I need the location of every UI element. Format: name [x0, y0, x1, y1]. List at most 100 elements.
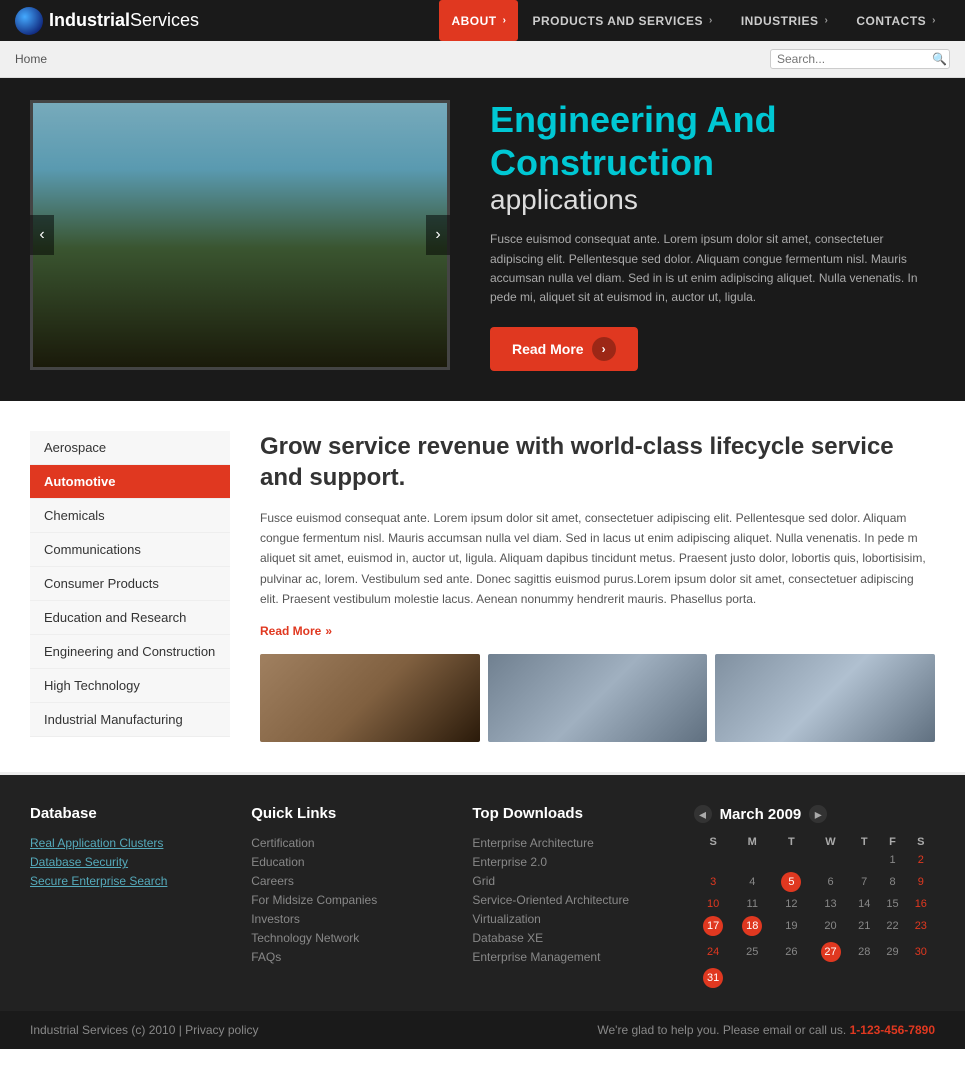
sidebar-item-aerospace[interactable]: Aerospace [30, 431, 230, 465]
cal-day[interactable]: 5 [772, 869, 811, 895]
search-input[interactable] [777, 52, 932, 66]
footer-quicklink-investors[interactable]: Investors [251, 912, 452, 926]
footer-quicklink-education[interactable]: Education [251, 855, 452, 869]
content-read-more-link[interactable]: Read More » [260, 624, 332, 638]
cal-day[interactable]: 6 [811, 869, 850, 895]
cal-day[interactable] [907, 965, 935, 991]
sidebar-item-chemicals[interactable]: Chemicals [30, 499, 230, 533]
nav-about[interactable]: ABOUT › [439, 0, 518, 41]
cal-highlight-27[interactable]: 27 [821, 942, 841, 962]
sidebar-item-automotive[interactable]: Automotive [30, 465, 230, 499]
cal-day[interactable] [850, 965, 878, 991]
slider-next-button[interactable]: › [426, 215, 450, 255]
cal-day[interactable] [811, 965, 850, 991]
footer-quicklink-careers[interactable]: Careers [251, 874, 452, 888]
sidebar-item-industrial[interactable]: Industrial Manufacturing [30, 703, 230, 737]
cal-highlight-18[interactable]: 18 [742, 916, 762, 936]
cal-day[interactable]: 8 [878, 869, 906, 895]
cal-day[interactable]: 20 [811, 913, 850, 939]
logo-light: Services [130, 10, 199, 30]
cal-day[interactable]: 15 [878, 895, 906, 913]
nav-products[interactable]: PRODUCTS AND SERVICES › [518, 0, 726, 41]
sidebar-item-communications[interactable]: Communications [30, 533, 230, 567]
cal-day[interactable]: 19 [772, 913, 811, 939]
cal-highlight-31[interactable]: 31 [703, 968, 723, 988]
footer-quicklink-midsize[interactable]: For Midsize Companies [251, 893, 452, 907]
hero-description: Fusce euismod consequat ante. Lorem ipsu… [490, 230, 935, 307]
cal-day[interactable]: 28 [850, 939, 878, 965]
footer-dl-enterprise2[interactable]: Enterprise 2.0 [472, 855, 673, 869]
nav-industries[interactable]: INDUSTRIES › [727, 0, 843, 41]
cal-day[interactable] [733, 965, 772, 991]
footer-dl-virtualization[interactable]: Virtualization [472, 912, 673, 926]
cal-day[interactable]: 27 [811, 939, 850, 965]
breadcrumb-home[interactable]: Home [15, 52, 47, 66]
hero-read-more-button[interactable]: Read More › [490, 327, 638, 371]
cal-day[interactable]: 17 [694, 913, 733, 939]
hero-slider: ‹ › [30, 100, 450, 370]
calendar-prev-button[interactable]: ◂ [694, 805, 712, 823]
cal-day[interactable]: 11 [733, 895, 772, 913]
cal-day[interactable] [811, 851, 850, 869]
footer-link-real-application[interactable]: Real Application Clusters [30, 836, 231, 850]
content-image-3 [715, 654, 935, 742]
footer-quicklink-faqs[interactable]: FAQs [251, 950, 452, 964]
footer-dl-soa[interactable]: Service-Oriented Architecture [472, 893, 673, 907]
cal-day[interactable] [878, 965, 906, 991]
footer-quicklink-technetwork[interactable]: Technology Network [251, 931, 452, 945]
logo[interactable]: IndustrialServices [15, 7, 199, 35]
cal-highlight-17[interactable]: 17 [703, 916, 723, 936]
cal-day[interactable] [850, 851, 878, 869]
cal-day[interactable]: 22 [878, 913, 906, 939]
cal-day[interactable]: 26 [772, 939, 811, 965]
cal-day[interactable]: 1 [878, 851, 906, 869]
cal-day[interactable]: 4 [733, 869, 772, 895]
footer-link-database-security[interactable]: Database Security [30, 855, 231, 869]
cal-day[interactable] [772, 965, 811, 991]
cal-day[interactable]: 14 [850, 895, 878, 913]
cal-th-t2: T [850, 833, 878, 851]
search-box[interactable]: 🔍 [770, 49, 950, 69]
footer-bottom: Industrial Services (c) 2010 | Privacy p… [0, 1011, 965, 1049]
sidebar-item-education[interactable]: Education and Research [30, 601, 230, 635]
cal-day[interactable]: 2 [907, 851, 935, 869]
slider-prev-button[interactable]: ‹ [30, 215, 54, 255]
cal-day[interactable]: 29 [878, 939, 906, 965]
footer-dl-enterprise-mgmt[interactable]: Enterprise Management [472, 950, 673, 964]
footer-dl-databasexe[interactable]: Database XE [472, 931, 673, 945]
cal-th-m: M [733, 833, 772, 851]
cal-day[interactable] [772, 851, 811, 869]
cal-day[interactable]: 12 [772, 895, 811, 913]
calendar-grid: S M T W T F S 1 2 3 [694, 833, 935, 991]
cal-week-6: 31 [694, 965, 935, 991]
calendar-next-button[interactable]: ▸ [809, 805, 827, 823]
cal-day[interactable]: 25 [733, 939, 772, 965]
sidebar-item-consumer-products[interactable]: Consumer Products [30, 567, 230, 601]
cal-day[interactable]: 24 [694, 939, 733, 965]
nav-contacts[interactable]: CONTACTS › [842, 0, 950, 41]
sidebar-item-engineering[interactable]: Engineering and Construction [30, 635, 230, 669]
footer-dl-grid[interactable]: Grid [472, 874, 673, 888]
cal-day[interactable]: 31 [694, 965, 733, 991]
footer-dl-enterprise-arch[interactable]: Enterprise Architecture [472, 836, 673, 850]
footer-link-enterprise-search[interactable]: Secure Enterprise Search [30, 874, 231, 888]
cal-day[interactable]: 18 [733, 913, 772, 939]
search-icon[interactable]: 🔍 [932, 52, 947, 66]
cal-today[interactable]: 5 [781, 872, 801, 892]
cal-day[interactable]: 3 [694, 869, 733, 895]
cal-day[interactable] [733, 851, 772, 869]
sidebar-item-high-tech[interactable]: High Technology [30, 669, 230, 703]
cal-day[interactable]: 13 [811, 895, 850, 913]
cal-day[interactable]: 9 [907, 869, 935, 895]
cal-day[interactable]: 16 [907, 895, 935, 913]
cal-day[interactable]: 30 [907, 939, 935, 965]
cal-day[interactable]: 23 [907, 913, 935, 939]
hero-text: Engineering And Construction application… [490, 98, 935, 371]
cal-day[interactable] [694, 851, 733, 869]
cal-day[interactable]: 21 [850, 913, 878, 939]
footer-quicklink-certification[interactable]: Certification [251, 836, 452, 850]
cal-day[interactable]: 7 [850, 869, 878, 895]
footer-downloads-col: Top Downloads Enterprise Architecture En… [472, 805, 673, 991]
cal-th-f: F [878, 833, 906, 851]
cal-day[interactable]: 10 [694, 895, 733, 913]
